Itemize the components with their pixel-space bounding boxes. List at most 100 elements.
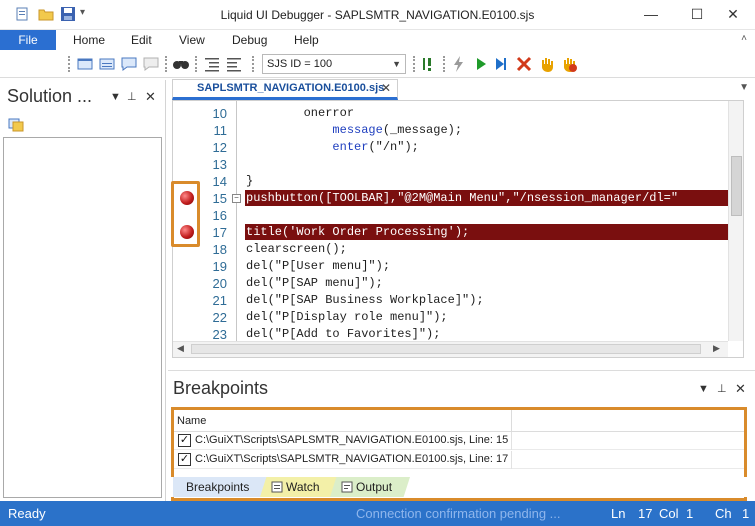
code-line[interactable]: 20 del("P[SAP menu]"); (173, 275, 728, 292)
ribbon-collapse-icon[interactable]: ˄ (741, 33, 747, 44)
maximize-button[interactable]: ☐ (686, 4, 708, 24)
toolbar-grip[interactable] (68, 56, 70, 72)
step-icon[interactable] (492, 55, 510, 73)
close-tab-icon[interactable]: ✕ (381, 80, 391, 97)
code-line[interactable]: 15− pushbutton([TOOLBAR],"@2M@Main Menu",… (173, 190, 728, 207)
code-line[interactable]: 22 del("P[Display role menu]"); (173, 309, 728, 326)
menu-bar: File Home Edit View Debug Help ˄ (0, 30, 755, 50)
lightning-icon[interactable] (450, 55, 468, 73)
outdent-icon[interactable] (203, 55, 221, 73)
sjs-id-select[interactable]: SJS ID = 100 ▼ (262, 54, 406, 74)
toolbar-grip[interactable] (252, 56, 254, 72)
close-panel-icon[interactable]: ✕ (145, 89, 156, 105)
window-icon[interactable] (76, 55, 94, 73)
code-text: enter("/n"); (332, 140, 419, 154)
vertical-scroll-thumb[interactable] (731, 156, 742, 216)
code-line[interactable]: 18 clearscreen(); (173, 241, 728, 258)
horizontal-scrollbar[interactable]: ◀ ▶ (173, 341, 728, 357)
status-connection: Connection confirmation pending ... (356, 506, 561, 521)
toolbar-grip[interactable] (443, 56, 445, 72)
watch-icon (271, 481, 283, 493)
horizontal-scroll-thumb[interactable] (191, 344, 701, 354)
column-header-name[interactable]: Name (177, 415, 206, 427)
line-number: 21 (212, 293, 227, 308)
code-text: onerror (246, 106, 355, 120)
refresh-tree-icon[interactable] (8, 118, 24, 132)
status-ln-value: 17 (638, 506, 653, 521)
breakpoint-checkbox[interactable]: ✓ (178, 434, 191, 447)
scroll-right-icon[interactable]: ▶ (713, 343, 720, 354)
debug-alert-icon[interactable] (420, 55, 438, 73)
toolbar-grip[interactable] (413, 56, 415, 72)
tab-output[interactable]: Output (330, 477, 410, 497)
toolbar-grip[interactable] (165, 56, 167, 72)
minimize-button[interactable]: — (640, 4, 662, 24)
sjs-id-value: SJS ID = 100 (267, 58, 333, 70)
code-line[interactable]: 21 del("P[SAP Business Workplace]"); (173, 292, 728, 309)
close-window-button[interactable]: ✕ (722, 4, 744, 24)
indent-icon[interactable] (225, 55, 243, 73)
status-bar: Ready Connection confirmation pending ..… (0, 501, 755, 526)
comment-icon[interactable] (120, 55, 138, 73)
stop-debug-icon[interactable] (515, 55, 533, 73)
line-number: 17 (212, 225, 227, 240)
code-text: del("P[SAP menu]"); (246, 276, 383, 290)
panel-dropdown-icon[interactable]: ▼ (698, 383, 709, 395)
breakpoints-panel-title: Breakpoints (173, 378, 269, 398)
window-list-icon[interactable] (98, 55, 116, 73)
code-line[interactable]: 14} (173, 173, 728, 190)
menu-home[interactable]: Home (73, 33, 105, 47)
menu-view[interactable]: View (179, 33, 205, 47)
code-editor[interactable]: 10 onerror 11 message(_message); 12 enter(… (172, 100, 744, 358)
breakpoint-path: C:\GuiXT\Scripts\SAPLSMTR_NAVIGATION.E01… (195, 453, 509, 465)
code-text: del("P[SAP Business Workplace]"); (246, 293, 484, 307)
code-line[interactable]: 13 (173, 156, 728, 173)
table-row[interactable]: ✓ C:\GuiXT\Scripts\SAPLSMTR_NAVIGATION.E… (174, 432, 744, 450)
hand-icon[interactable] (538, 55, 556, 73)
fold-toggle-icon[interactable]: − (232, 194, 241, 203)
code-line[interactable]: 11 message(_message); (173, 122, 728, 139)
toolbar-grip[interactable] (195, 56, 197, 72)
tab-watch[interactable]: Watch (260, 477, 340, 497)
solution-tree[interactable] (3, 137, 162, 498)
menu-debug[interactable]: Debug (232, 33, 267, 47)
line-number: 14 (212, 174, 227, 189)
hand-stop-icon[interactable] (560, 55, 578, 73)
breakpoint-checkbox[interactable]: ✓ (178, 453, 191, 466)
panel-dropdown-icon[interactable]: ▼ (110, 91, 121, 103)
tab-list-dropdown-icon[interactable]: ▼ (739, 82, 749, 93)
code-line[interactable]: 16 (173, 207, 728, 224)
close-panel-icon[interactable]: ✕ (735, 381, 746, 397)
tab-output-label: Output (356, 480, 393, 494)
vertical-scrollbar[interactable] (728, 101, 743, 341)
toolbar: SJS ID = 100 ▼ (0, 50, 755, 78)
table-row[interactable]: ✓ C:\GuiXT\Scripts\SAPLSMTR_NAVIGATION.E… (174, 451, 744, 469)
line-number: 18 (212, 242, 227, 257)
code-line[interactable]: 10 onerror (173, 105, 728, 122)
pin-icon[interactable]: ⊥ (717, 382, 727, 395)
document-tab-strip: SAPLSMTR_NAVIGATION.E0100.sjs ✕ ▼ (168, 78, 755, 100)
tab-breakpoints[interactable]: Breakpoints (173, 477, 268, 497)
scroll-left-icon[interactable]: ◀ (177, 343, 184, 354)
status-ln-label: Ln (611, 506, 626, 521)
pin-icon[interactable]: ⊥ (127, 90, 137, 103)
code-text: clearscreen(); (246, 242, 347, 256)
status-ch-value: 1 (742, 506, 750, 521)
menu-help[interactable]: Help (294, 33, 319, 47)
line-number: 23 (212, 327, 227, 342)
menu-edit[interactable]: Edit (131, 33, 152, 47)
chevron-down-icon: ▼ (392, 59, 401, 69)
run-icon[interactable] (472, 55, 490, 73)
status-ready: Ready (8, 506, 46, 521)
comment-disabled-icon[interactable] (142, 55, 160, 73)
code-text: del("P[Add to Favorites]"); (246, 327, 441, 341)
code-text: title('Work Order Processing'); (246, 225, 470, 239)
find-icon[interactable] (172, 55, 190, 73)
code-line[interactable]: 12 enter("/n"); (173, 139, 728, 156)
menu-file[interactable]: File (0, 30, 56, 50)
output-icon (341, 481, 353, 493)
code-text: pushbutton([TOOLBAR],"@2M@Main Menu","/n… (246, 191, 679, 205)
tab-document[interactable]: SAPLSMTR_NAVIGATION.E0100.sjs ✕ (172, 79, 398, 100)
code-line[interactable]: 19 del("P[User menu]"); (173, 258, 728, 275)
code-line[interactable]: 17 title('Work Order Processing'); (173, 224, 728, 241)
